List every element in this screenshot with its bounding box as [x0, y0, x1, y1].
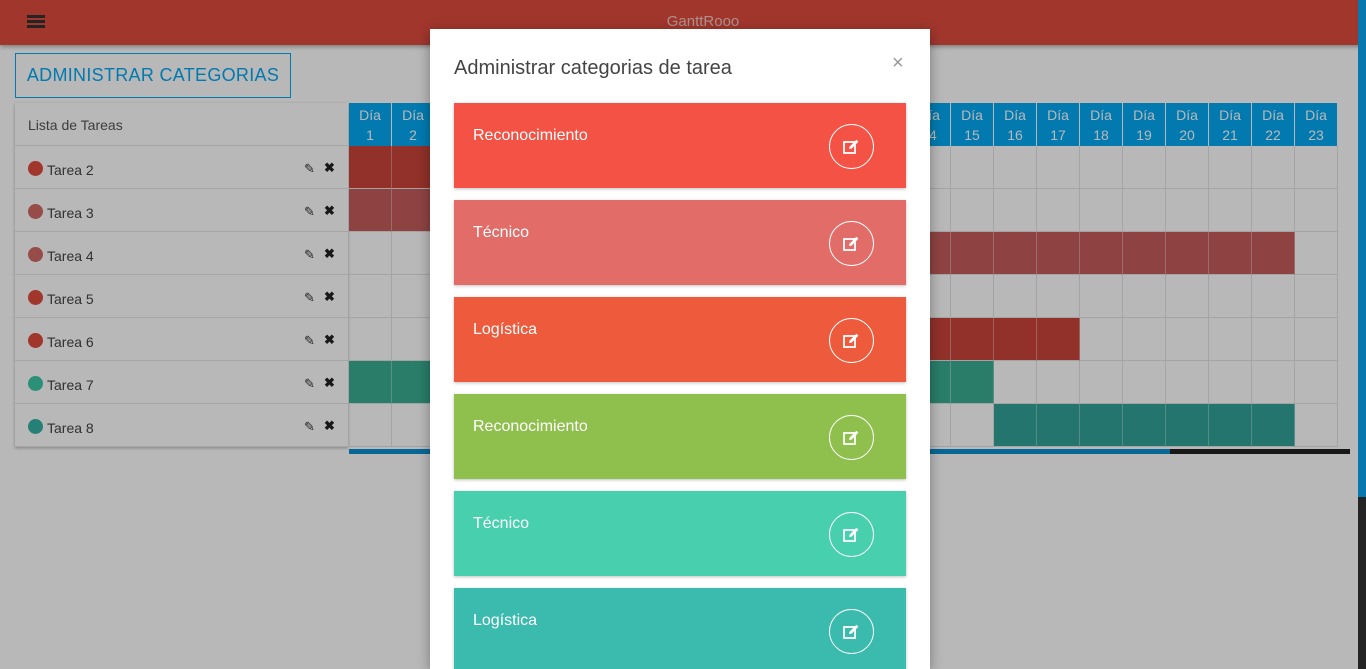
category-card: Reconocimiento: [454, 394, 906, 479]
edit-icon: [843, 139, 859, 154]
categories-modal: Administrar categorias de tarea × Recono…: [430, 29, 930, 669]
edit-icon: [843, 333, 859, 348]
category-card: Técnico: [454, 491, 906, 576]
category-card: Logística: [454, 588, 906, 669]
edit-category-button[interactable]: [829, 512, 874, 557]
category-card: Logística: [454, 297, 906, 382]
category-name: Reconocimiento: [473, 418, 588, 435]
modal-title: Administrar categorias de tarea: [454, 57, 732, 79]
category-name: Reconocimiento: [473, 127, 588, 144]
category-card: Reconocimiento: [454, 103, 906, 188]
category-name: Técnico: [473, 515, 530, 532]
edit-category-button[interactable]: [829, 318, 874, 363]
edit-category-button[interactable]: [829, 124, 874, 169]
edit-category-button[interactable]: [829, 221, 874, 266]
edit-category-button[interactable]: [829, 415, 874, 460]
edit-icon: [843, 527, 859, 542]
edit-icon: [843, 624, 859, 639]
category-name: Logística: [473, 612, 538, 629]
edit-icon: [843, 236, 859, 251]
category-card: Técnico: [454, 200, 906, 285]
edit-icon: [843, 430, 859, 445]
category-name: Logística: [473, 321, 538, 338]
close-icon[interactable]: ×: [892, 53, 904, 73]
category-name: Técnico: [473, 224, 530, 241]
edit-category-button[interactable]: [829, 609, 874, 654]
